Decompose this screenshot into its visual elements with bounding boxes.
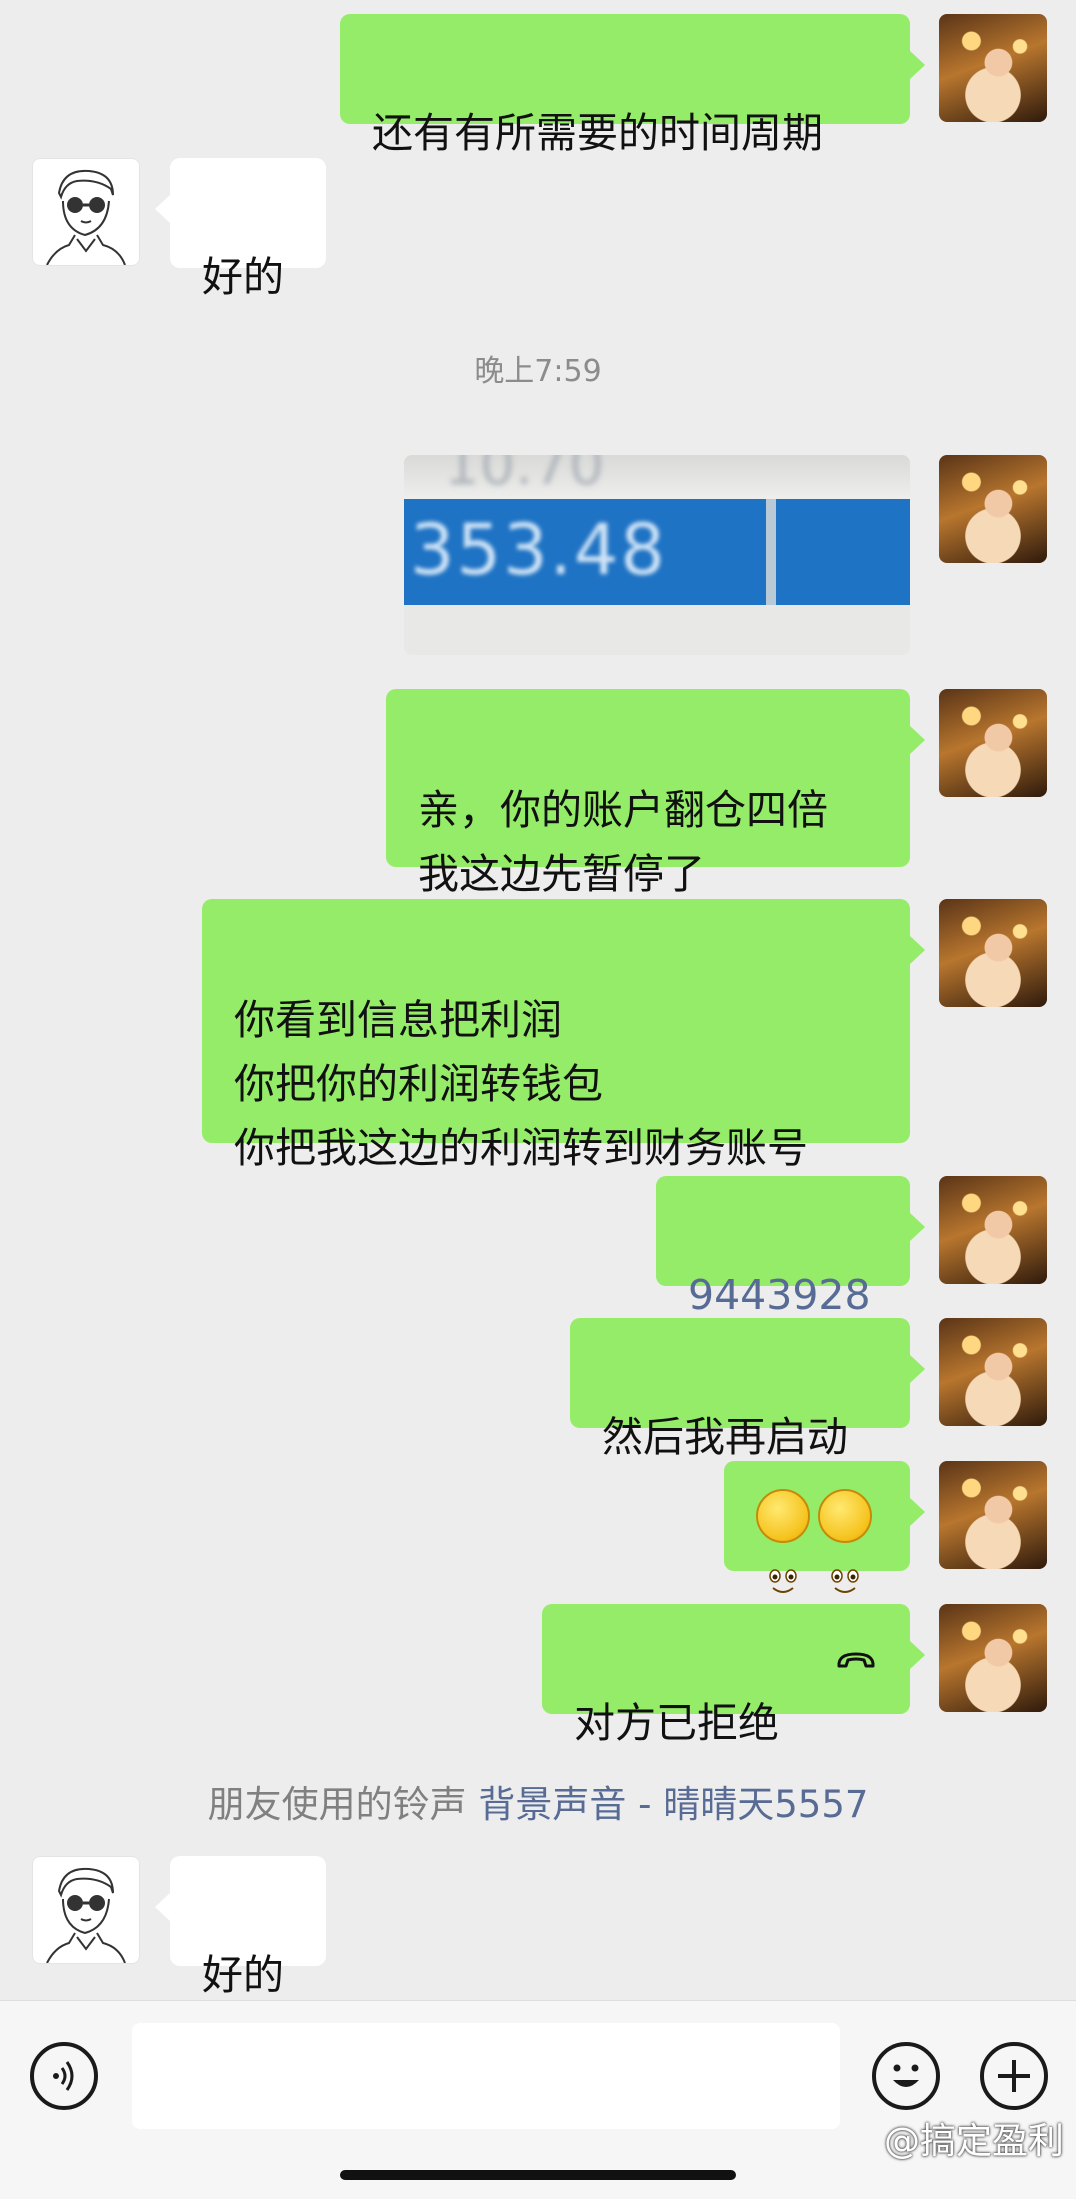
image-divider (766, 499, 776, 605)
watermark: @搞定盈利 (883, 2121, 1064, 2162)
ringtone-prefix: 朋友使用的铃声 (207, 1783, 467, 1826)
avatar[interactable] (32, 1856, 140, 1964)
image-message[interactable]: 10.70 353.48 (404, 455, 910, 655)
smile-emoji-icon (818, 1489, 872, 1593)
emoji-message-bubble[interactable] (724, 1461, 925, 1593)
avatar[interactable] (939, 1461, 1047, 1569)
message-bubble[interactable]: 9443928 (656, 1176, 925, 1319)
more-button[interactable] (980, 2042, 1048, 2110)
emoji-face-icon (893, 2064, 919, 2087)
phone-number-link[interactable]: 9443928 (688, 1271, 871, 1319)
voice-icon (53, 2061, 74, 2091)
message-bubble[interactable]: 亲，你的账户翻仓四倍 我这边先暂停了 (386, 689, 925, 898)
message-text: 然后我再启动 (602, 1413, 848, 1461)
message-timestamp: 晚上7:59 (474, 354, 602, 389)
image-top-text: 10.70 (444, 455, 605, 498)
message-text: 还有有所需要的时间周期 (372, 109, 823, 157)
avatar[interactable] (939, 1318, 1047, 1426)
message-input[interactable] (132, 2023, 840, 2129)
message-bubble[interactable]: 你看到信息把利润 你把你的利润转钱包 你把我这边的利润转到财务账号 (202, 899, 925, 1172)
image-number-text: 353.48 (410, 509, 667, 591)
message-bubble[interactable]: 然后我再启动 (570, 1318, 925, 1461)
avatar[interactable] (939, 14, 1047, 122)
avatar[interactable] (939, 455, 1047, 563)
call-status-bubble[interactable]: 对方已拒绝 (542, 1604, 925, 1747)
message-text: 你看到信息把利润 你把你的利润转钱包 你把我这边的利润转到财务账号 (234, 996, 808, 1172)
message-text: 好的 (202, 253, 284, 301)
avatar[interactable] (939, 689, 1047, 797)
message-bubble[interactable]: 好的 (155, 1856, 326, 1999)
emoji-button[interactable] (872, 2042, 940, 2110)
smile-emoji-icon (756, 1489, 810, 1593)
message-text: 好的 (202, 1951, 284, 1999)
home-indicator[interactable] (340, 2170, 736, 2180)
avatar[interactable] (32, 158, 140, 266)
avatar[interactable] (939, 1604, 1047, 1712)
voice-button[interactable] (30, 2042, 98, 2110)
avatar[interactable] (939, 899, 1047, 1007)
person-avatar-icon (46, 1867, 126, 1963)
message-text: 对方已拒绝 (574, 1699, 779, 1747)
plus-icon (998, 2060, 1030, 2092)
message-bubble[interactable]: 好的 (155, 158, 326, 301)
person-avatar-icon (46, 169, 126, 265)
message-bubble[interactable]: 还有有所需要的时间周期 (340, 14, 925, 157)
avatar[interactable] (939, 1176, 1047, 1284)
ringtone-link[interactable]: 背景声音 - 晴晴天5557 (478, 1783, 868, 1826)
hang-up-phone-icon (837, 1652, 875, 1668)
ringtone-notice: 朋友使用的铃声 背景声音 - 晴晴天5557 (0, 1774, 1076, 1828)
message-text: 亲，你的账户翻仓四倍 我这边先暂停了 (418, 786, 828, 898)
